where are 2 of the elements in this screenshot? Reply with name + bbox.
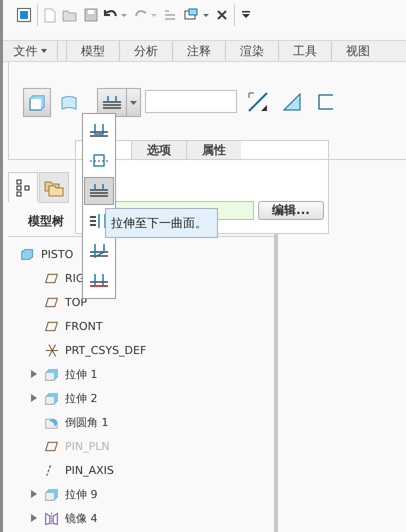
tooltip: 拉伸至下一曲面。	[105, 208, 218, 238]
model-tree-label: 模型树	[28, 214, 64, 228]
